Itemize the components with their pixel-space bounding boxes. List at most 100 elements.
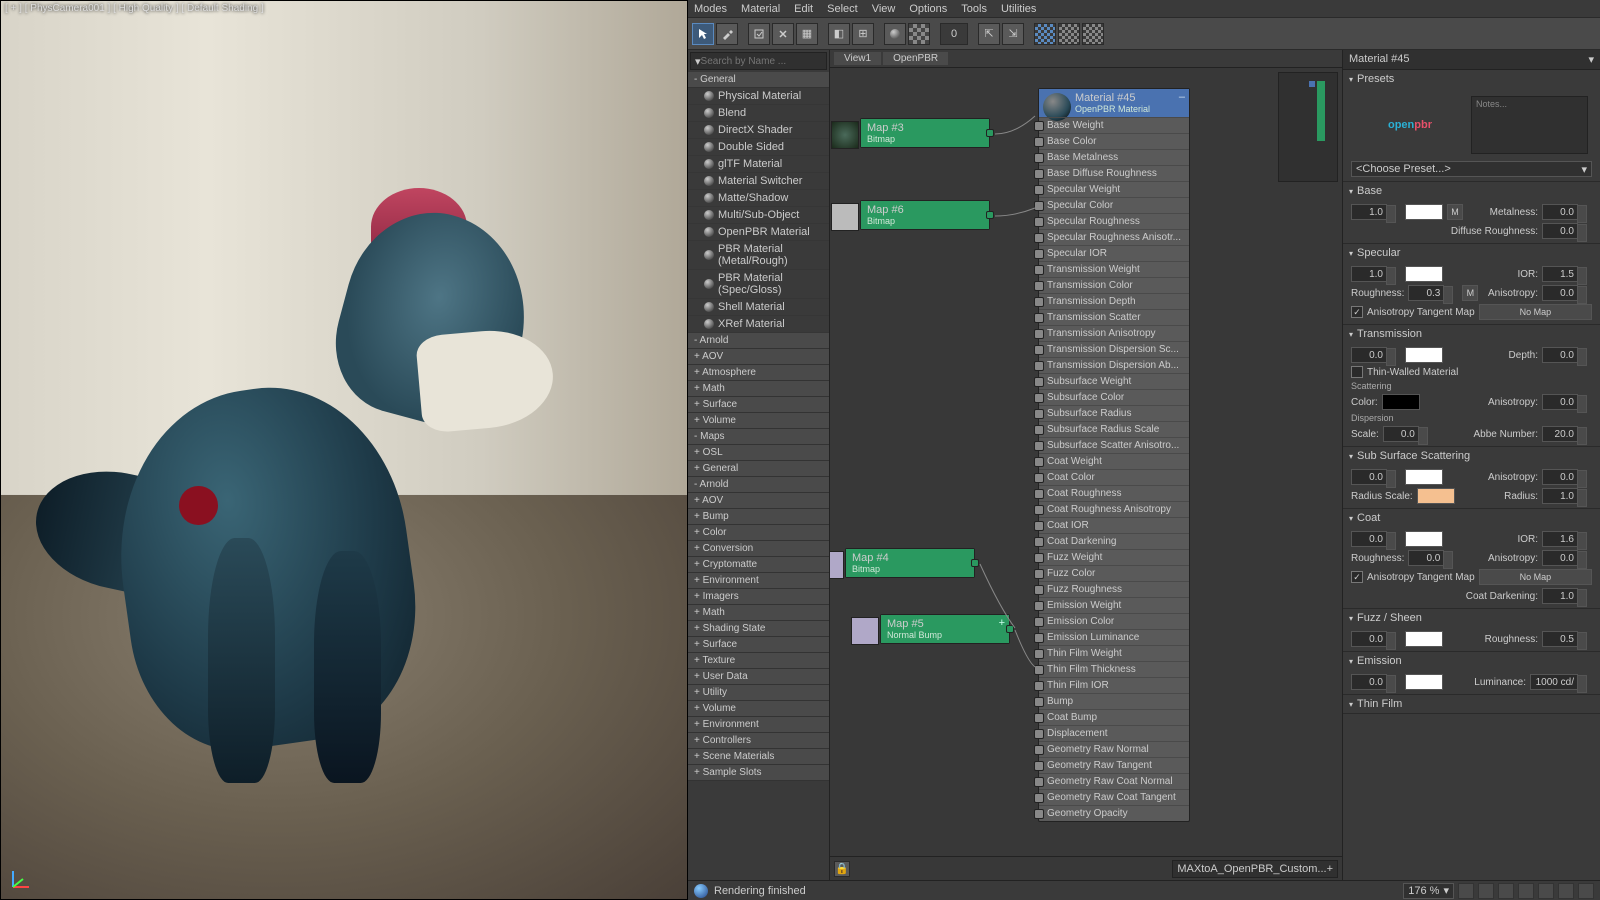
coat-ior-spinner[interactable]: 1.6 [1542,531,1578,547]
dispersion-scale-spinner[interactable]: 0.0 [1383,426,1419,442]
notes-field[interactable]: Notes... [1471,96,1588,154]
node-output-socket[interactable] [971,559,979,567]
material-slot[interactable]: Geometry Raw Coat Tangent [1039,789,1189,805]
coat-aniso-spinner[interactable]: 0.0 [1542,550,1578,566]
viewport[interactable]: [ + ] [ PhysCamera001 ] [ High Quality ]… [0,0,688,900]
material-slot[interactable]: Subsurface Color [1039,389,1189,405]
transmission-color-swatch[interactable] [1405,347,1443,363]
lock-icon[interactable]: 🔒 [834,861,850,877]
fuzz-roughness-spinner[interactable]: 0.5 [1542,631,1578,647]
move-children-button[interactable]: ▦ [796,23,818,45]
grid-b-button[interactable] [1058,23,1080,45]
browser-item[interactable]: Matte/Shadow [688,190,829,207]
browser-category[interactable]: + Utility [688,685,829,701]
assign-button[interactable] [748,23,770,45]
browser-category[interactable]: + Shading State [688,621,829,637]
material-slot[interactable]: Transmission Color [1039,277,1189,293]
browser-category[interactable]: + Texture [688,653,829,669]
node-output-socket[interactable] [986,129,994,137]
browser-item[interactable]: Double Sided [688,139,829,156]
browser-category[interactable]: + Controllers [688,733,829,749]
plus-icon[interactable]: + [999,617,1005,629]
browser-item[interactable]: PBR Material (Spec/Gloss) [688,270,829,299]
material-slot[interactable]: Coat Weight [1039,453,1189,469]
hide-unused-button[interactable]: ◧ [828,23,850,45]
base-color-swatch[interactable] [1405,204,1443,220]
node-header[interactable]: Map #4 Bitmap [846,549,974,577]
menu-utilities[interactable]: Utilities [1001,3,1036,15]
tab-openpbr[interactable]: OpenPBR [883,52,948,65]
delete-button[interactable] [772,23,794,45]
rollout-header[interactable]: Thin Film [1343,695,1600,713]
node-map6[interactable]: Map #6 Bitmap [860,200,990,230]
aniso-map-button[interactable]: No Map [1479,304,1592,320]
emission-luminance-spinner[interactable]: 1000 cd/ [1530,674,1578,690]
show-end-result-button[interactable]: ⇲ [1002,23,1024,45]
browser-category[interactable]: + User Data [688,669,829,685]
scatter-aniso-spinner[interactable]: 0.0 [1542,394,1578,410]
browser-item[interactable]: Blend [688,105,829,122]
material-slot[interactable]: Coat Roughness Anisotropy [1039,501,1189,517]
zoom-dropdown[interactable]: 176 %▾ [1403,883,1454,899]
grid-c-button[interactable] [1082,23,1104,45]
rollout-header[interactable]: Fuzz / Sheen [1343,609,1600,627]
node-map3[interactable]: Map #3 Bitmap [860,118,990,148]
menu-view[interactable]: View [872,3,896,15]
node-graph-area[interactable]: View1OpenPBR Map #3 Bitmap [830,50,1342,880]
node-material45[interactable]: Material #45 OpenPBR Material – Base Wei… [1038,88,1190,822]
browser-category[interactable]: + Cryptomatte [688,557,829,573]
material-slot[interactable]: Base Color [1039,133,1189,149]
aniso-tangent-checkbox[interactable] [1351,306,1363,318]
scatter-color-swatch[interactable] [1382,394,1420,410]
select-tool-button[interactable] [692,23,714,45]
browser-category[interactable]: + AOV [688,349,829,365]
grid-a-button[interactable] [1034,23,1056,45]
specular-aniso-spinner[interactable]: 0.0 [1542,285,1578,301]
chevron-down-icon[interactable]: ▾ [1588,53,1594,66]
sss-radius-scale-swatch[interactable] [1417,488,1455,504]
browser-item[interactable]: Physical Material [688,88,829,105]
coat-darkening-spinner[interactable]: 1.0 [1542,588,1578,604]
menu-options[interactable]: Options [909,3,947,15]
browser-category[interactable]: + Imagers [688,589,829,605]
material-slot[interactable]: Specular IOR [1039,245,1189,261]
specular-ior-spinner[interactable]: 1.5 [1542,266,1578,282]
fuzz-color-swatch[interactable] [1405,631,1443,647]
material-slot[interactable]: Bump [1039,693,1189,709]
node-map5[interactable]: Map #5 Normal Bump + [880,614,1010,644]
sphere-preview-button[interactable] [884,23,906,45]
material-slot[interactable]: Fuzz Weight [1039,549,1189,565]
rollout-header[interactable]: Presets [1343,70,1600,88]
zoom-extents-icon[interactable] [1498,883,1514,899]
material-slot[interactable]: Base Weight [1039,117,1189,133]
material-slot[interactable]: Geometry Raw Normal [1039,741,1189,757]
material-slot[interactable]: Fuzz Color [1039,565,1189,581]
browser-category[interactable]: + Atmosphere [688,365,829,381]
frame-selected-icon[interactable] [1578,883,1594,899]
pick-material-button[interactable] [716,23,738,45]
rollout-header[interactable]: Base [1343,182,1600,200]
node-header[interactable]: Map #5 Normal Bump + [881,615,1009,643]
menu-edit[interactable]: Edit [794,3,813,15]
emission-color-swatch[interactable] [1405,674,1443,690]
coat-weight-spinner[interactable]: 0.0 [1351,531,1387,547]
coat-aniso-tangent-checkbox[interactable] [1351,571,1363,583]
material-slot[interactable]: Coat Darkening [1039,533,1189,549]
browser-category[interactable]: - Arnold [688,333,829,349]
rollout-header[interactable]: Coat [1343,509,1600,527]
sss-aniso-spinner[interactable]: 0.0 [1542,469,1578,485]
browser-category[interactable]: + AOV [688,493,829,509]
browser-item[interactable]: Shell Material [688,299,829,316]
browser-category[interactable]: - General [688,72,829,88]
material-slot[interactable]: Emission Color [1039,613,1189,629]
browser-item[interactable]: OpenPBR Material [688,224,829,241]
zoom-tool-icon[interactable] [1478,883,1494,899]
material-slot[interactable]: Emission Weight [1039,597,1189,613]
checker-preview-button[interactable] [908,23,930,45]
specular-roughness-spinner[interactable]: 0.3 [1408,285,1444,301]
pan-view-icon[interactable] [1538,883,1554,899]
browser-category[interactable]: + Environment [688,717,829,733]
browser-category[interactable]: + Sample Slots [688,765,829,781]
browser-category[interactable]: + Conversion [688,541,829,557]
sss-color-swatch[interactable] [1405,469,1443,485]
